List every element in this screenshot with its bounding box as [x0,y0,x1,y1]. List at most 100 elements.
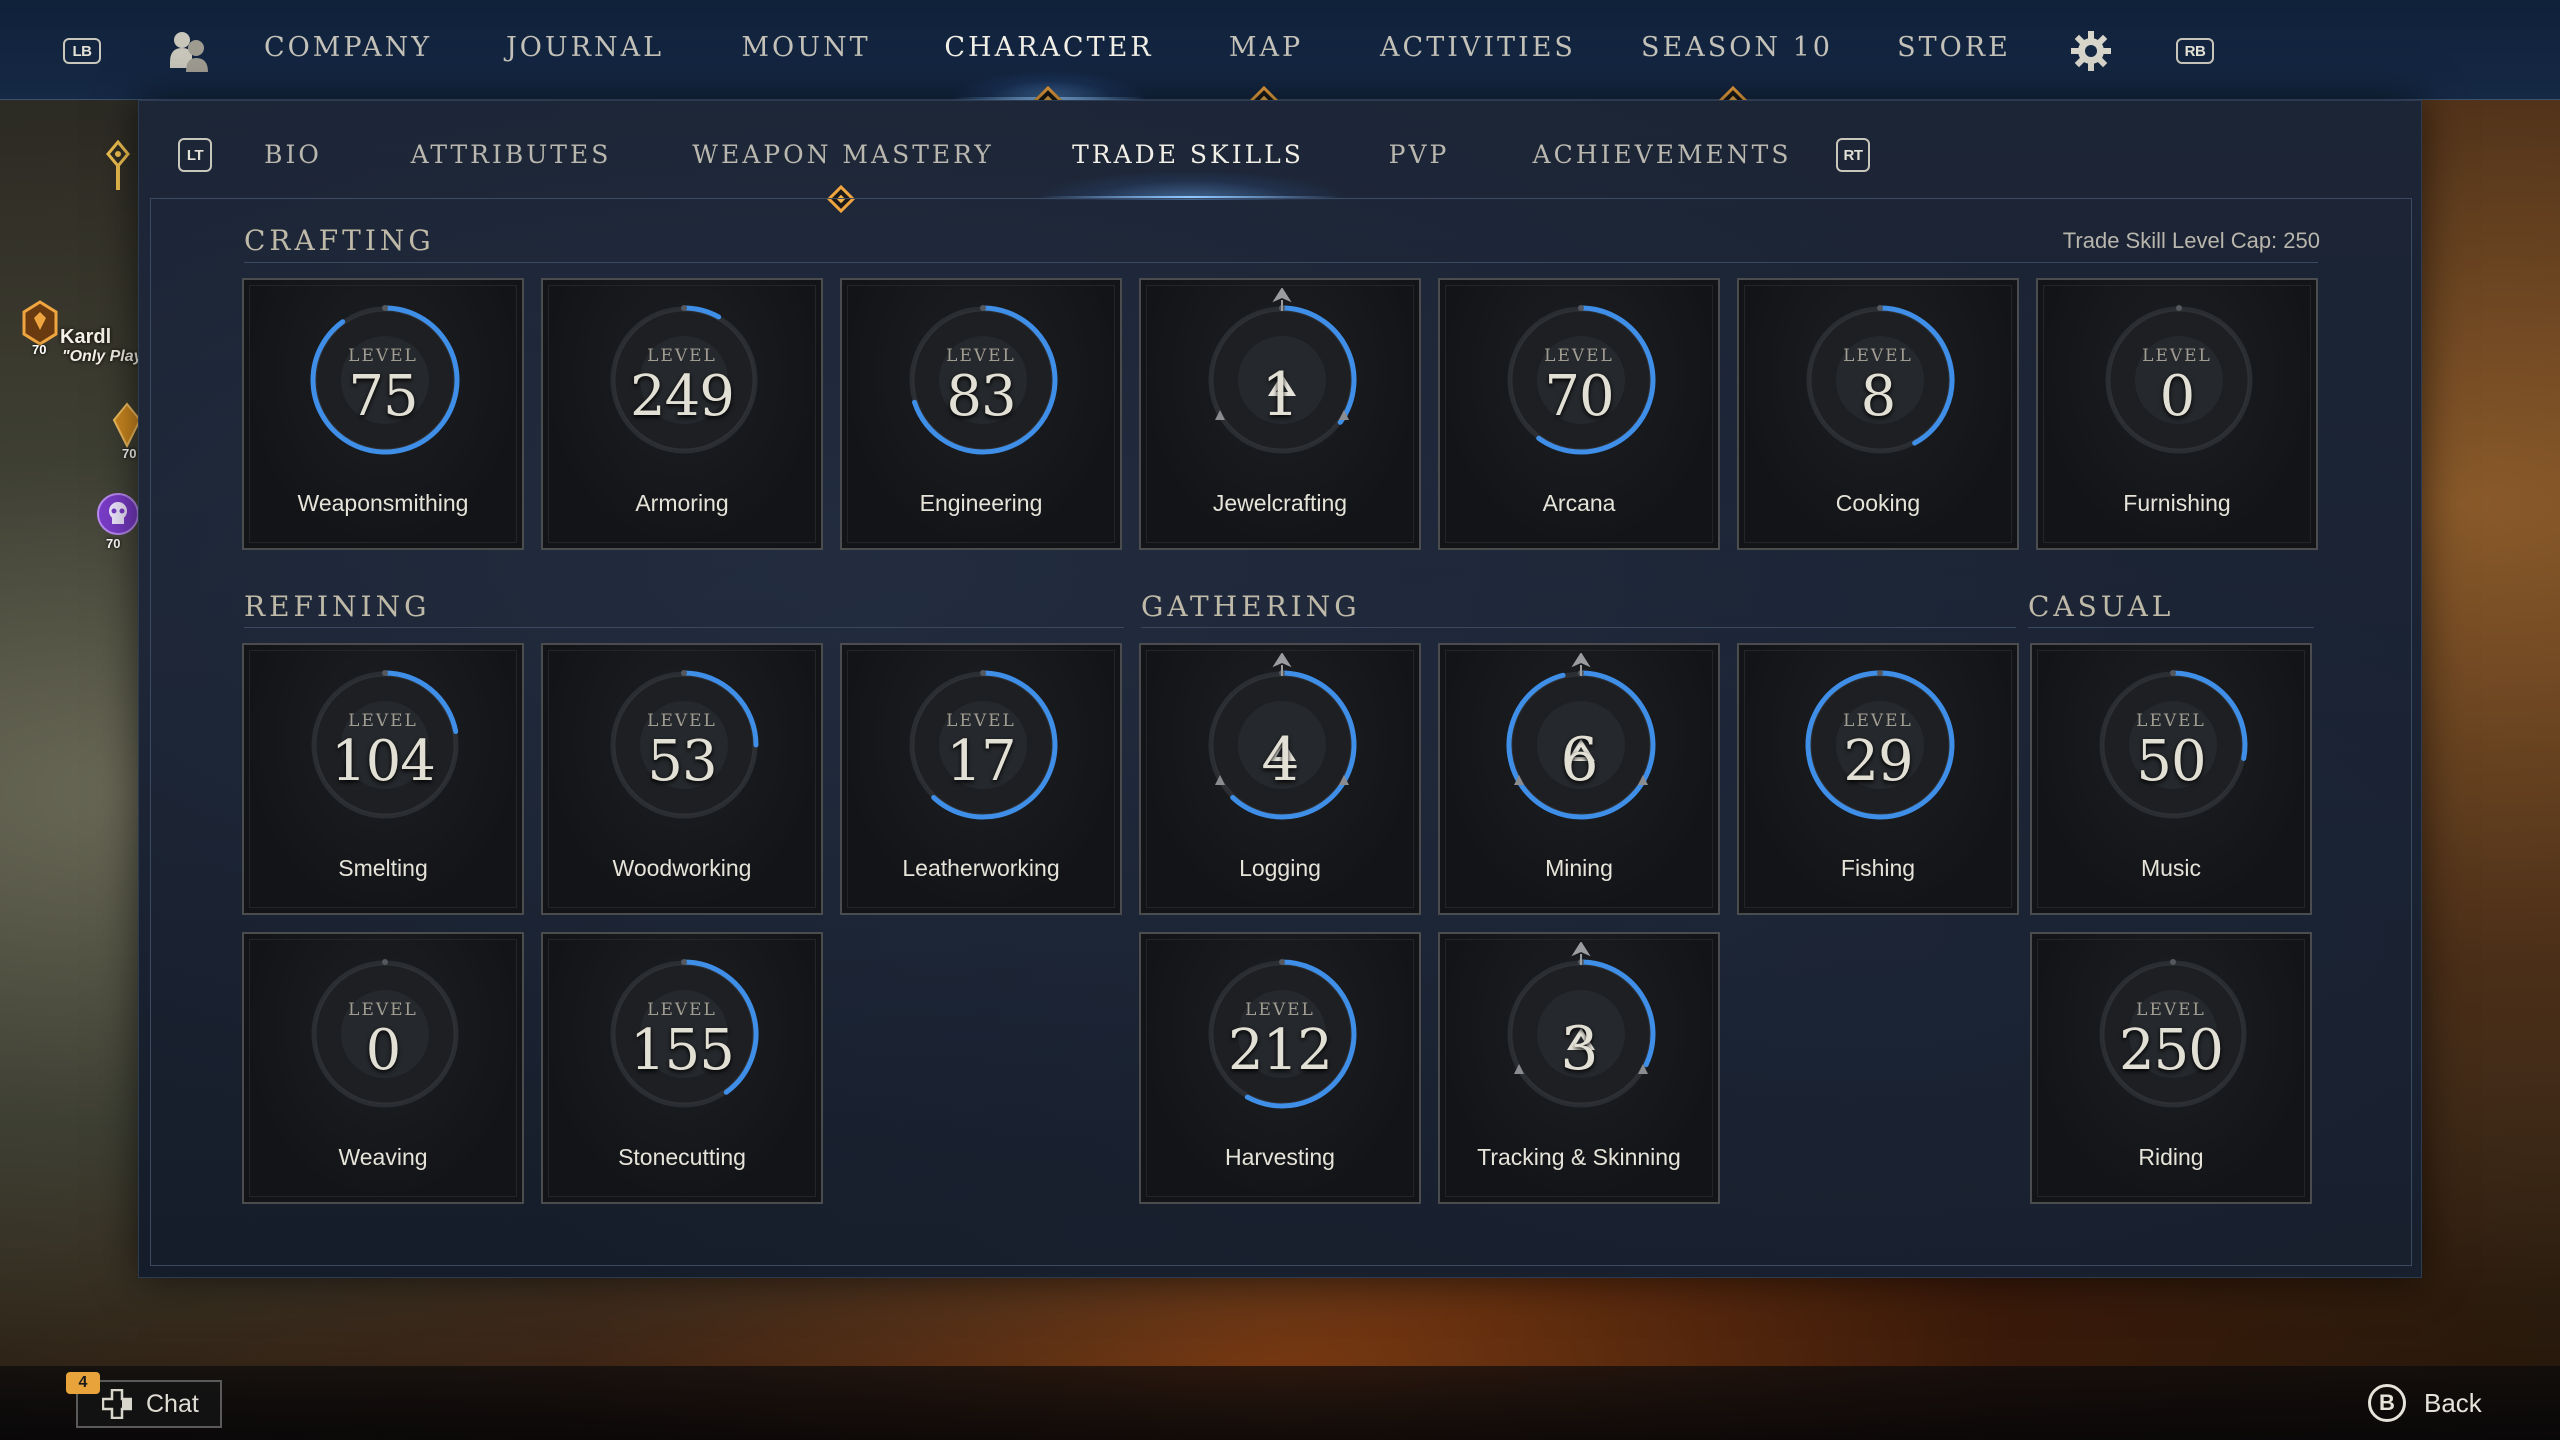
social-icon[interactable] [168,28,212,74]
skill-level-value: 29 [1843,729,1913,794]
skill-level-value: 17 [946,729,1016,794]
skill-level-value: 155 [630,1018,735,1083]
skill-name: Smelting [338,855,428,881]
skill-level-value: 4 [1261,725,1299,795]
skill-name: Weaving [338,1144,428,1170]
mastery-arrow-icon [1571,942,1591,965]
skill-level-value: 250 [2119,1018,2224,1083]
skill-name: Music [2140,855,2202,881]
skill-level-value: 53 [647,729,717,794]
top-navigation-bar: LB COMPANY JOURNAL MOUNT CHARACTER MAP A… [0,0,2560,115]
nav-season[interactable]: SEASON 10 [1641,32,1833,63]
skill-card-fishing[interactable]: LEVEL 29 Fishing [1737,643,2019,915]
skill-card-weaponsmithing[interactable]: LEVEL 75 Weaponsmithing [242,278,524,550]
skill-level-value: 3 [1560,1014,1598,1084]
level-label: LEVEL [2136,1000,2206,1020]
skill-card-riding[interactable]: LEVEL 250 Riding [2030,932,2312,1204]
skill-name: Riding [2138,1144,2204,1170]
back-button[interactable]: B Back [2368,1384,2482,1422]
nav-activities[interactable]: ACTIVITIES [1380,32,1576,63]
enemy-level: 70 [106,536,121,551]
skill-level-value: 75 [348,364,418,429]
skill-name: Arcana [1542,490,1616,516]
rb-bumper-icon[interactable]: RB [2176,38,2214,64]
level-label: LEVEL [647,346,717,366]
tab-achievements[interactable]: ACHIEVEMENTS [1533,140,1792,169]
tab-pvp[interactable]: PVP [1389,140,1450,169]
skill-card-music[interactable]: LEVEL 50 Music [2030,643,2312,915]
skill-card-harvesting[interactable]: LEVEL 212 Harvesting [1139,932,1421,1204]
skill-card-woodworking[interactable]: LEVEL 53 Woodworking [541,643,823,915]
skill-card-stonecutting[interactable]: LEVEL 155 Stonecutting [541,932,823,1204]
skill-card-smelting[interactable]: LEVEL 104 Smelting [242,643,524,915]
b-button-icon: B [2368,1384,2406,1422]
level-label: LEVEL [1544,346,1614,366]
skill-card-cooking[interactable]: LEVEL 8 Cooking [1737,278,2019,550]
group-member-name: Kardl [60,326,112,348]
faction-marker-level: 70 [122,446,137,461]
skill-level-value: 83 [946,364,1016,429]
skill-name: Tracking & Skinning [1477,1144,1681,1170]
tab-weapon-mastery[interactable]: WEAPON MASTERY [692,140,993,169]
chat-unread-badge: 4 [66,1372,100,1394]
skill-level-value: 6 [1560,725,1598,795]
section-title-refining: REFINING [244,590,431,623]
settings-gear-icon[interactable] [2070,30,2112,72]
skill-card-logging[interactable]: 4 Logging [1139,643,1421,915]
mastery-arrow-icon [1571,653,1591,676]
nav-store[interactable]: STORE [1897,32,2011,63]
skill-card-armoring[interactable]: LEVEL 249 Armoring [541,278,823,550]
skill-card-jewelcrafting[interactable]: 1 Jewelcrafting [1139,278,1421,550]
skill-level-value: 1 [1261,360,1299,430]
nav-map[interactable]: MAP [1229,32,1303,63]
section-title-casual: CASUAL [2028,590,2175,623]
section-divider [244,627,1124,628]
section-title-crafting: CRAFTING [244,224,435,257]
nav-mount[interactable]: MOUNT [741,32,870,63]
skill-card-engineering[interactable]: LEVEL 83 Engineering [840,278,1122,550]
dpad-icon [102,1389,132,1419]
mastery-arrow-icon [1272,653,1292,676]
level-label: LEVEL [1843,711,1913,731]
rt-trigger-icon[interactable]: RT [1836,138,1870,172]
skill-card-furnishing[interactable]: LEVEL 0 Furnishing [2036,278,2318,550]
nav-company[interactable]: COMPANY [264,32,432,63]
mastery-arrow-icon [1272,288,1292,311]
skill-card-weaving[interactable]: LEVEL 0 Weaving [242,932,524,1204]
nav-journal[interactable]: JOURNAL [506,32,664,63]
skill-level-value: 212 [1228,1018,1333,1083]
skill-card-tracking-and-skinning[interactable]: 3 Tracking & Skinning [1438,932,1720,1204]
skill-level-value: 8 [1860,364,1897,429]
skill-level-value: 249 [630,364,735,429]
tab-attributes[interactable]: ATTRIBUTES [411,140,612,169]
subnav-divider [160,198,2400,199]
skill-level-value: 104 [331,729,436,794]
skill-name: Engineering [919,490,1043,516]
back-label: Back [2424,1387,2482,1418]
skill-name: Weaponsmithing [297,490,469,516]
skill-card-leatherworking[interactable]: LEVEL 17 Leatherworking [840,643,1122,915]
waypoint-marker-icon [106,140,130,190]
level-label: LEVEL [647,711,717,731]
skill-level-value: 50 [2136,729,2206,794]
skill-name: Mining [1545,855,1613,881]
skill-name: Furnishing [2123,490,2231,516]
level-label: LEVEL [1245,1000,1315,1020]
group-member-tag: "Only Play [62,348,143,365]
nav-character[interactable]: CHARACTER [944,32,1153,63]
level-label: LEVEL [946,346,1016,366]
skill-card-arcana[interactable]: LEVEL 70 Arcana [1438,278,1720,550]
tab-trade-skills[interactable]: TRADE SKILLS [1072,140,1304,169]
lb-bumper-icon[interactable]: LB [63,38,101,64]
enemy-skull-icon [97,493,139,535]
skill-name: Stonecutting [618,1144,746,1170]
skill-name: Leatherworking [902,855,1060,881]
chat-label: Chat [146,1389,199,1418]
level-label: LEVEL [946,711,1016,731]
skill-card-mining[interactable]: 6 Mining [1438,643,1720,915]
tab-bio[interactable]: BIO [264,140,322,169]
level-label: LEVEL [348,1000,418,1020]
lt-trigger-icon[interactable]: LT [178,138,212,172]
skill-name: Logging [1239,855,1321,881]
skill-name: Fishing [1840,855,1916,881]
